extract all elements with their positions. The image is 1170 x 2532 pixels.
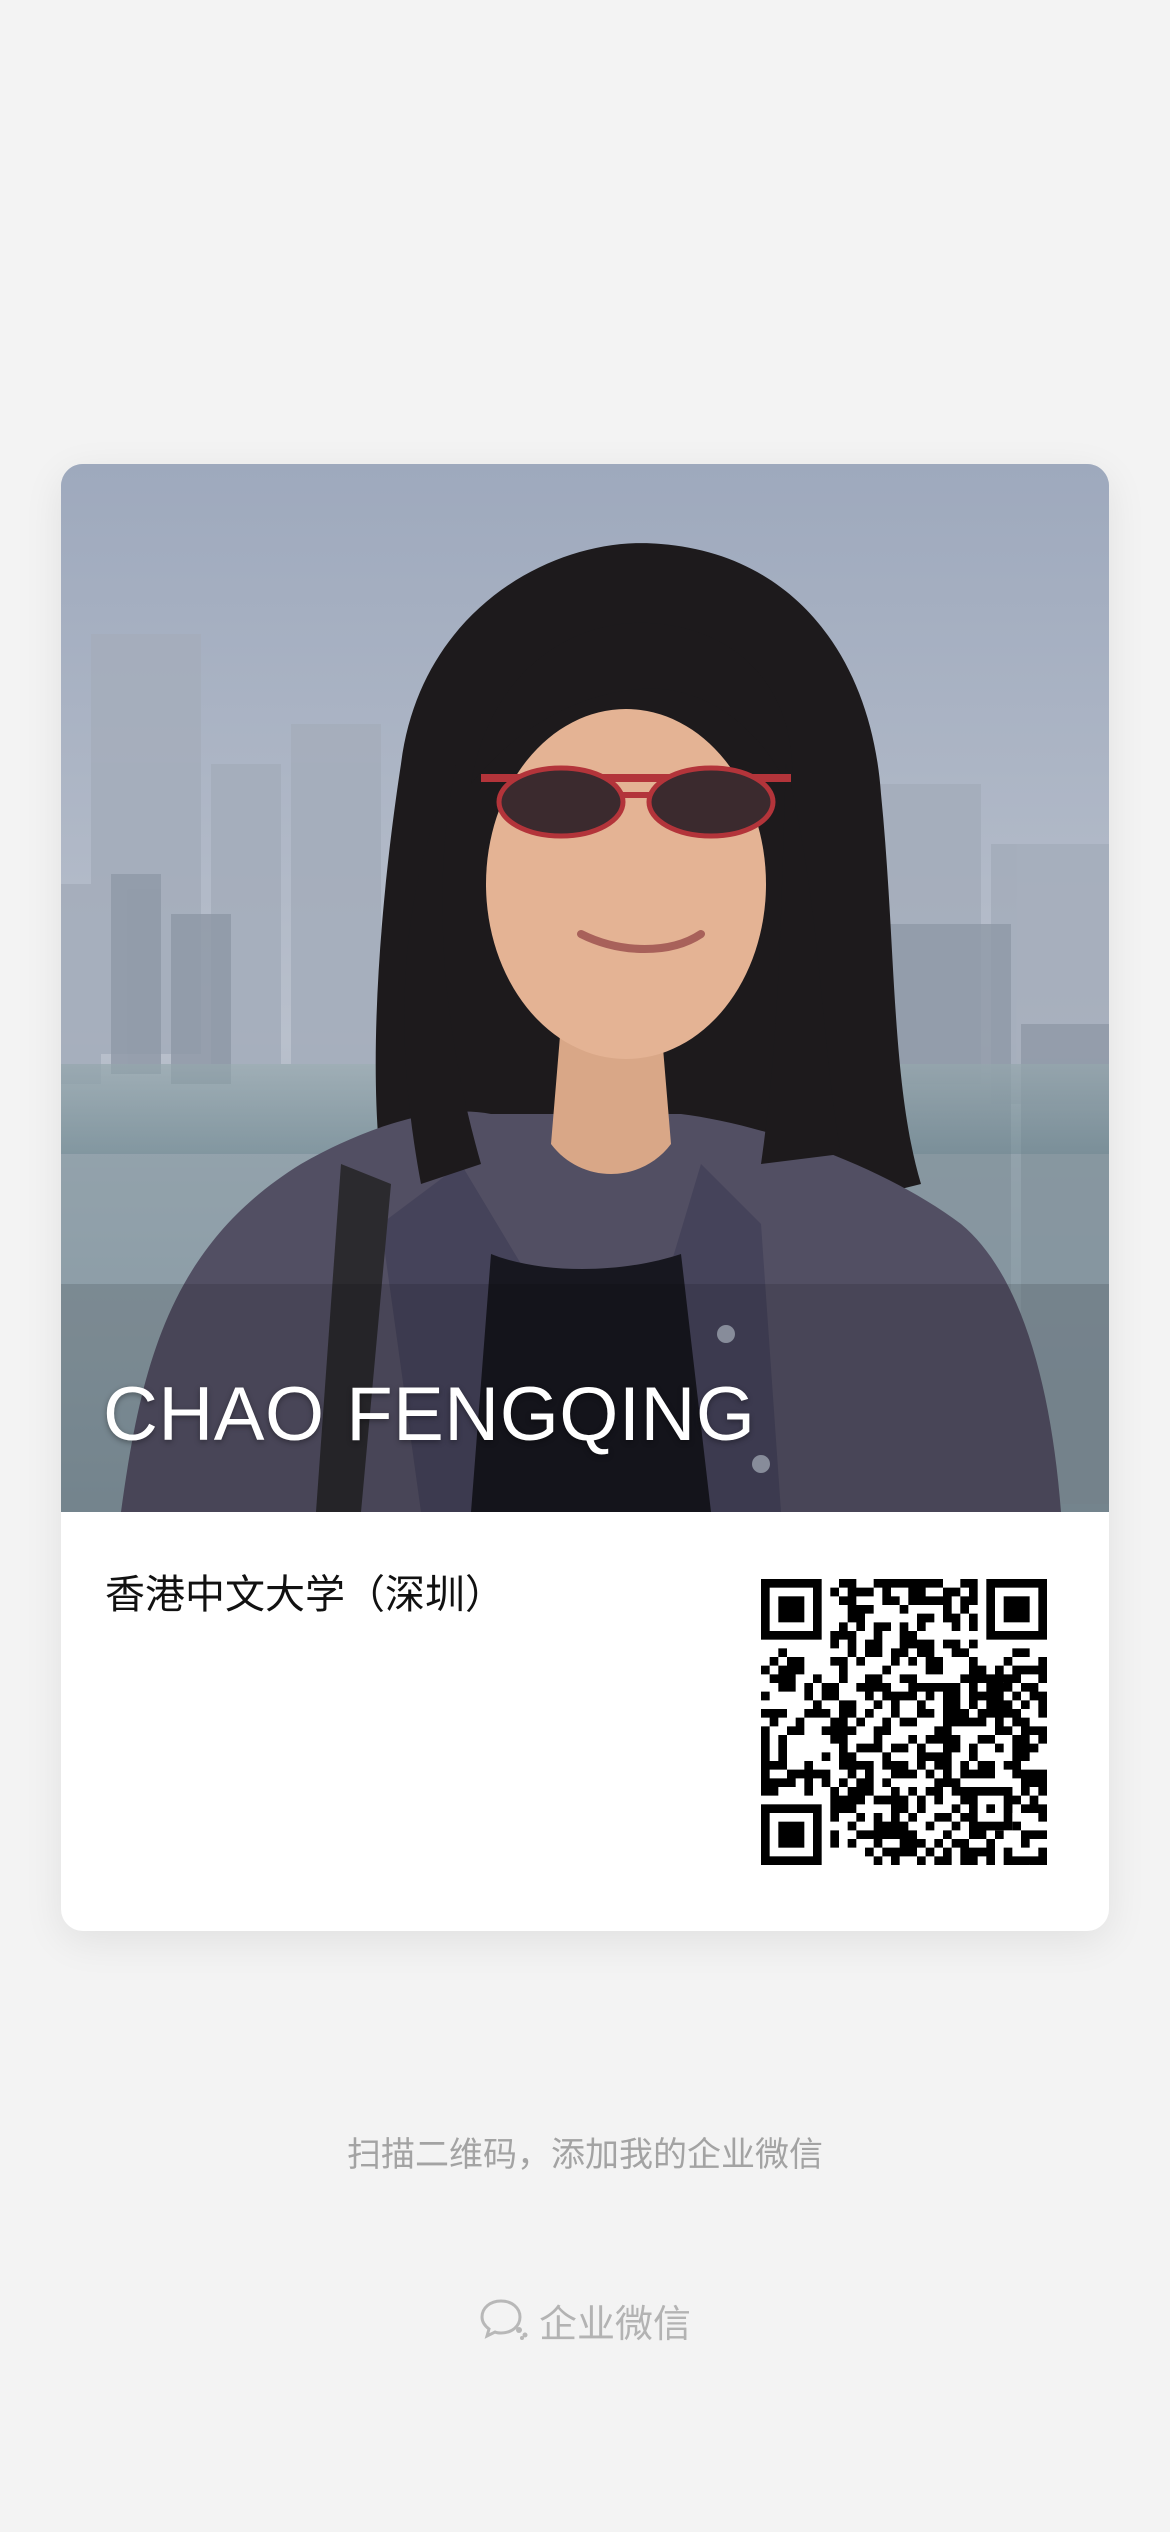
wecom-chat-icon xyxy=(479,2297,529,2345)
scan-hint-text: 扫描二维码，添加我的企业微信 xyxy=(347,2135,823,2175)
qr-code-icon[interactable] xyxy=(761,1579,1047,1865)
profile-photo: CHAO FENGQING xyxy=(61,464,1109,1512)
business-card: CHAO FENGQING 香港中文大学（深圳） xyxy=(61,464,1109,1931)
organization-name: 香港中文大学（深圳） xyxy=(105,1572,505,1618)
wecom-brand: 企业微信 xyxy=(0,2293,1170,2348)
card-name: CHAO FENGQING xyxy=(103,1372,756,1457)
wecom-brand-label: 企业微信 xyxy=(538,2302,691,2346)
